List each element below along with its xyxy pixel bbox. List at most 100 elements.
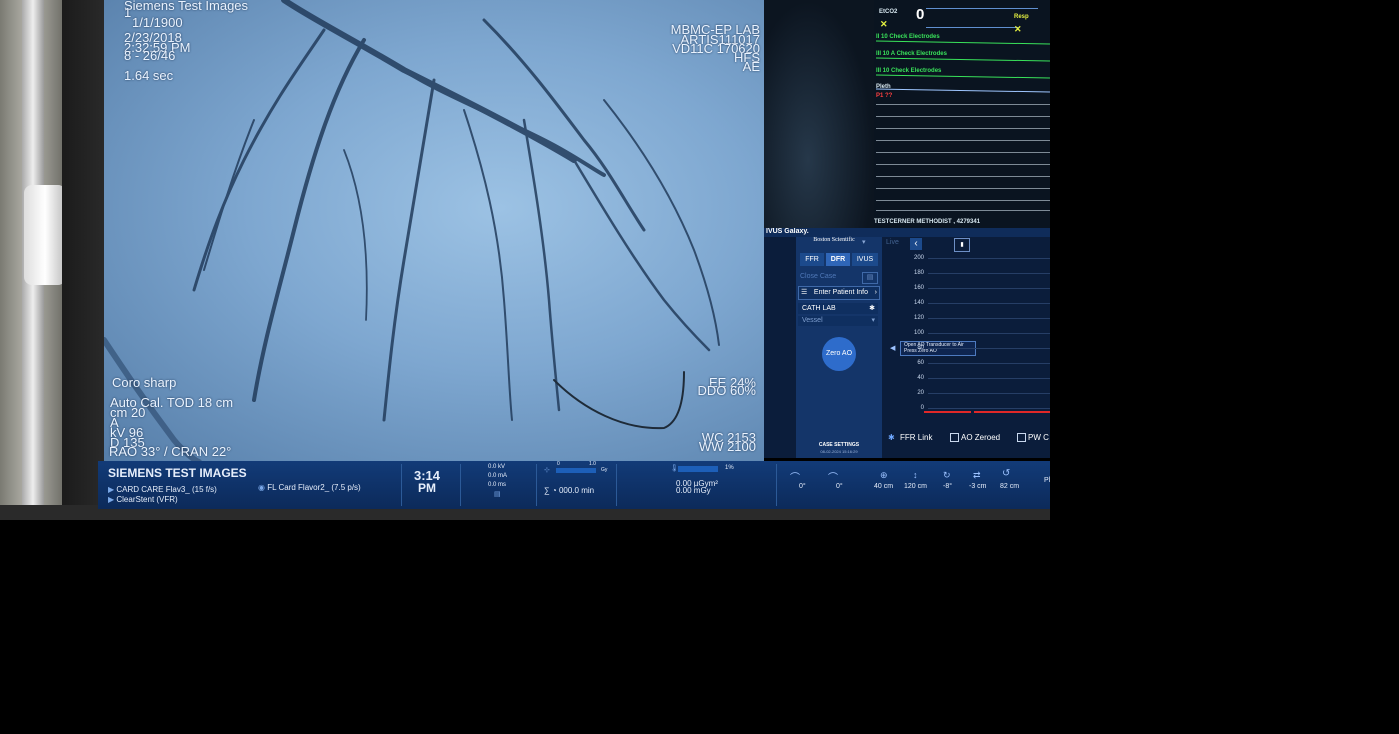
ivus-panel: IVUS Galaxy. Boston Scientific ▾ FFR DFR… <box>764 228 1050 458</box>
table-lat-value: -3 cm <box>969 483 987 490</box>
photo-frame: Siemens Test Images 1 1/1/1900 2/23/2018… <box>0 0 1050 520</box>
table-height-value: 82 cm <box>1000 483 1020 490</box>
clock-ampm: PM <box>418 481 436 495</box>
angio-header: Siemens Test Images <box>124 0 249 13</box>
zoom-icon: ⊕ <box>880 470 888 480</box>
monitor-dark-region <box>764 0 874 228</box>
bluetooth-icon: ✱ <box>888 433 895 442</box>
y-tick-label: 0 <box>920 405 924 411</box>
chevron-down-icon: ▾ <box>871 317 875 324</box>
table-height-icon: ↺ <box>1002 468 1011 479</box>
grid-line <box>928 393 1050 394</box>
grid-line <box>928 318 1050 319</box>
y-tick-label: 60 <box>917 360 924 366</box>
grid-line <box>928 363 1050 364</box>
tab-dfr[interactable]: DFR <box>826 253 850 266</box>
cath-lab-label: CATH LAB <box>802 305 836 312</box>
fluoro-time: ∑ ◔ 000.0 min <box>544 486 594 495</box>
case-settings-button[interactable]: CASE SETTINGS <box>804 442 874 448</box>
dose-bar <box>556 468 596 473</box>
alarm-icon: ✕ <box>1014 24 1022 34</box>
angio-ww: WW 2100 <box>698 439 756 454</box>
art-label: P1 ?? <box>876 93 893 99</box>
y-tick-label: 180 <box>913 270 924 276</box>
lead1-label: II 10 Check Electrodes <box>876 34 940 40</box>
angle-2: 0° <box>836 483 843 490</box>
angio-birthdate: 1/1/1900 <box>132 15 183 30</box>
ma-value: 0.0 mA <box>488 473 508 479</box>
arrow-left-icon: ◀ <box>890 345 896 352</box>
status-bar: SIEMENS TEST IMAGES ▶ CARD CARE Flav3_ (… <box>98 461 1050 509</box>
pressure-trace <box>974 411 1050 413</box>
more-label: Pl <box>1044 477 1050 484</box>
lead2-label: III 10 A Check Electrodes <box>876 51 947 57</box>
pw-checkbox[interactable] <box>1017 433 1026 442</box>
program-1[interactable]: ▶ CARD CARE Flav3_ (15 f/s) <box>108 485 217 494</box>
y-tick-label: 160 <box>913 285 924 291</box>
brand-logo: Boston Scientific <box>813 237 855 243</box>
ivus-title-bar: IVUS Galaxy. <box>764 228 1050 237</box>
grid-line <box>928 378 1050 379</box>
kv-value: 0.0 kV <box>488 464 506 470</box>
angio-angle: RAO 33° / CRAN 22° <box>109 444 232 459</box>
eye-icon: ◉ <box>258 483 268 492</box>
close-case-button[interactable]: Close Case <box>800 272 866 282</box>
pole-clamp <box>24 185 66 285</box>
tab-ivus[interactable]: IVUS <box>852 253 878 266</box>
program-2-label: ClearStent (VFR) <box>116 495 178 504</box>
chevron-down-icon[interactable]: ▾ <box>862 238 866 246</box>
sid-icon: ↕ <box>913 470 918 480</box>
program-1-label: CARD CARE Flav3_ (15 f/s) <box>116 485 217 494</box>
angiography-viewport[interactable]: Siemens Test Images 1 1/1/1900 2/23/2018… <box>104 0 764 462</box>
chevron-right-icon: › <box>874 289 877 296</box>
y-tick-label: 80 <box>917 345 924 351</box>
dose-value: 0.00 mGy <box>676 486 711 495</box>
percent-value: 1% <box>725 465 734 471</box>
etco2-label: EtCO2 <box>879 9 898 15</box>
grid-line <box>928 333 1050 334</box>
angio-filter: Coro sharp <box>112 375 177 390</box>
etco2-value: 0 <box>916 6 925 23</box>
enter-patient-label: Enter Patient Info <box>813 289 869 296</box>
zero-ao-button[interactable]: Zero AO <box>822 337 856 371</box>
live-label: Live <box>886 239 899 246</box>
cath-lab-field[interactable]: CATH LAB ✱ <box>798 303 878 314</box>
ao-zeroed-label: AO Zeroed <box>961 433 1001 442</box>
battery-icon: ▮ <box>954 238 970 252</box>
y-tick-label: 100 <box>913 330 924 336</box>
program-2[interactable]: ▶ ClearStent (VFR) <box>108 495 178 504</box>
lead3-label: III 10 Check Electrodes <box>876 68 942 74</box>
ao-zeroed-checkbox[interactable] <box>950 433 959 442</box>
tab-ffr[interactable]: FFR <box>800 253 824 266</box>
grid-line <box>928 303 1050 304</box>
angio-ae: AE <box>742 59 760 74</box>
vessel-placeholder: Vessel <box>802 317 823 324</box>
ffr-link-label[interactable]: FFR Link <box>900 433 932 442</box>
grid-line <box>928 408 1050 409</box>
angle-1: 0° <box>799 483 806 490</box>
tilt-icon: ↻ <box>943 470 951 480</box>
angio-duration: 1.64 sec <box>124 68 174 83</box>
ivus-title: IVUS Galaxy. <box>766 228 809 235</box>
vessel-select[interactable]: Vessel ▾ <box>798 316 878 326</box>
fluoro-program[interactable]: ◉ FL Card Flavor2_ (7.5 p/s) <box>258 483 361 492</box>
hemodynamic-monitor: EtCO2 0 Resp ✕ ✕ II 10 Check Electrodes … <box>764 0 1050 228</box>
percent-bar <box>678 466 718 472</box>
list-icon: ☰ <box>801 289 808 296</box>
sigma-icon: ∑ ◔ <box>544 486 559 495</box>
scale-max: 1.0 <box>589 461 596 467</box>
patient-name: TESTCERNER METHODIST , 4279341 <box>874 219 981 225</box>
zoom-value: 40 cm <box>874 483 894 490</box>
grid-line <box>928 288 1050 289</box>
grid-line <box>928 258 1050 259</box>
alarm-icon: ✕ <box>880 19 888 29</box>
bluetooth-icon: ✱ <box>869 305 875 312</box>
chevron-left-icon[interactable]: ‹ <box>910 238 922 250</box>
rotation-icon: ⌒ <box>790 473 800 484</box>
grid-line <box>928 273 1050 274</box>
case-date: 08-02-2024 15:16:29 <box>820 449 858 454</box>
dose-icon: ⊹ <box>544 467 550 474</box>
enter-patient-button[interactable]: ☰ Enter Patient Info › <box>798 286 880 300</box>
angio-line1: 1 <box>124 5 132 20</box>
print-icon[interactable]: ▤ <box>862 272 878 284</box>
